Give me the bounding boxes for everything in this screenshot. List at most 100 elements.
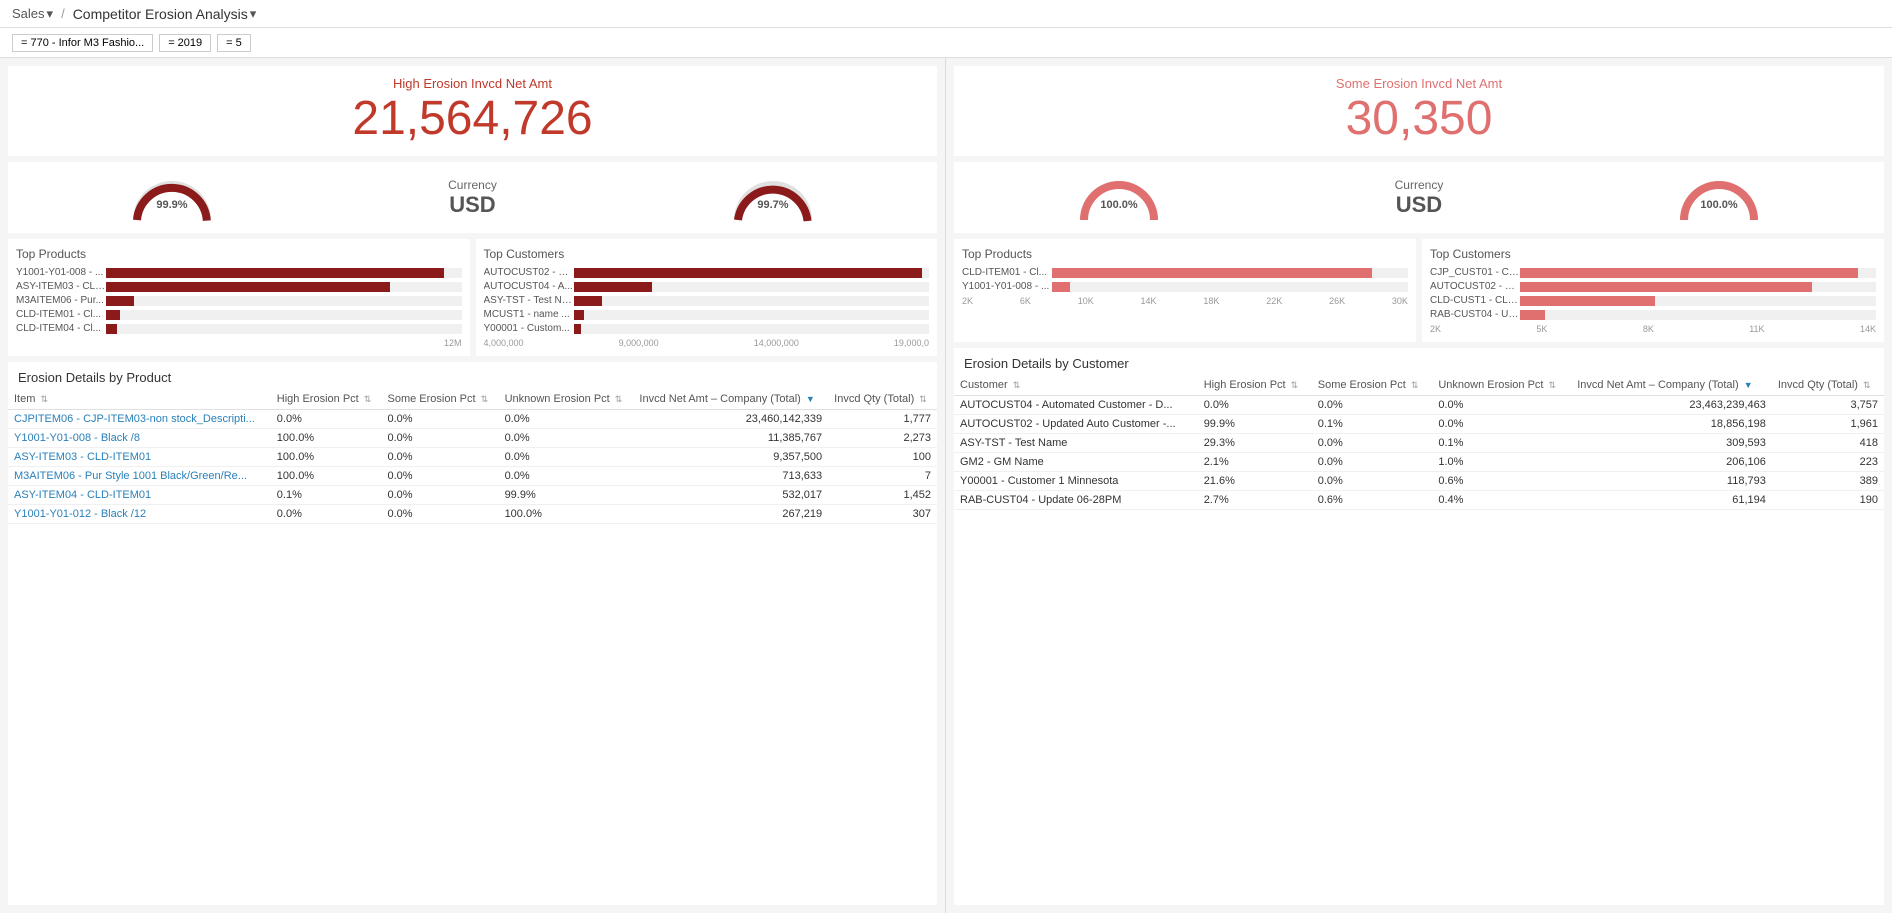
table-row: M3AITEM06 - Pur Style 1001 Black/Green/R… [8, 467, 937, 486]
left-gauge-2-svg: 99.7% [728, 170, 818, 225]
filter-year[interactable]: = 2019 [159, 34, 211, 52]
right-gauge-1: 100.0% [1074, 170, 1164, 225]
bar-label: CLD-ITEM01 - Cl... [16, 309, 106, 320]
right-top-products-title: Top Products [962, 247, 1408, 261]
some-erosion-kpi: Some Erosion Invcd Net Amt 30,350 [954, 66, 1884, 156]
right-customers-axis: 2K5K8K11K14K [1430, 324, 1876, 334]
some-erosion-cell: 0.0% [382, 486, 499, 505]
table-row: ASY-TST - Test Name 29.3% 0.0% 0.1% 309,… [954, 434, 1884, 453]
col-unknown-erosion[interactable]: Unknown Erosion Pct ⇅ [499, 389, 634, 410]
left-top-products-title: Top Products [16, 247, 462, 261]
unknown-erosion-cell: 0.1% [1432, 434, 1571, 453]
item-cell[interactable]: ASY-ITEM04 - CLD-ITEM01 [8, 486, 271, 505]
item-cell[interactable]: CJPITEM06 - CJP-ITEM03-non stock_Descrip… [8, 410, 271, 429]
left-top-customers-title: Top Customers [484, 247, 930, 261]
col-qty[interactable]: Invcd Qty (Total) ⇅ [1772, 375, 1884, 396]
left-detail-table: Item ⇅ High Erosion Pct ⇅ Some Erosion P… [8, 389, 937, 524]
bar-row: CLD-ITEM01 - Cl... [16, 309, 462, 320]
svg-text:99.9%: 99.9% [157, 199, 188, 211]
high-erosion-cell: 100.0% [271, 467, 382, 486]
qty-cell: 7 [828, 467, 937, 486]
table-row: AUTOCUST02 - Updated Auto Customer -... … [954, 415, 1884, 434]
high-erosion-label: High Erosion Invcd Net Amt [18, 76, 927, 91]
col-some-erosion[interactable]: Some Erosion Pct ⇅ [1312, 375, 1433, 396]
right-currency-title: Currency [1395, 178, 1444, 192]
col-net-amt[interactable]: Invcd Net Amt – Company (Total) ▼ [633, 389, 828, 410]
high-erosion-cell: 21.6% [1198, 472, 1312, 491]
bar-row: ASY-TST - Test Na... [484, 295, 930, 306]
filter-num[interactable]: = 5 [217, 34, 251, 52]
bar-label: CJP_CUST01 - CJP... [1430, 267, 1520, 278]
right-top-products-bars: CLD-ITEM01 - Cl... Y1001-Y01-008 - ... [962, 267, 1408, 292]
some-erosion-cell: 0.0% [1312, 472, 1433, 491]
bar-track [1052, 282, 1408, 292]
col-high-erosion[interactable]: High Erosion Pct ⇅ [271, 389, 382, 410]
table-row: Y1001-Y01-012 - Black /12 0.0% 0.0% 100.… [8, 505, 937, 524]
net-amt-cell: 206,106 [1571, 453, 1772, 472]
right-gauges-row: 100.0% Currency USD 100.0% [954, 162, 1884, 233]
bar-row: M3AITEM06 - Pur... [16, 295, 462, 306]
unknown-erosion-cell: 0.0% [1432, 415, 1571, 434]
high-erosion-cell: 29.3% [1198, 434, 1312, 453]
qty-cell: 1,961 [1772, 415, 1884, 434]
table-row: CJPITEM06 - CJP-ITEM03-non stock_Descrip… [8, 410, 937, 429]
col-high-erosion[interactable]: High Erosion Pct ⇅ [1198, 375, 1312, 396]
page-title-dropdown[interactable]: Competitor Erosion Analysis ▾ [73, 6, 257, 22]
right-table-scroll[interactable]: Customer ⇅ High Erosion Pct ⇅ Some Erosi… [954, 375, 1884, 905]
right-detail-table: Customer ⇅ High Erosion Pct ⇅ Some Erosi… [954, 375, 1884, 510]
left-table-scroll[interactable]: Item ⇅ High Erosion Pct ⇅ Some Erosion P… [8, 389, 937, 905]
qty-cell: 418 [1772, 434, 1884, 453]
left-gauge-2: 99.7% [728, 170, 818, 225]
bar-row: CJP_CUST01 - CJP... [1430, 267, 1876, 278]
bar-label: CLD-ITEM01 - Cl... [962, 267, 1052, 278]
net-amt-cell: 267,219 [633, 505, 828, 524]
high-erosion-cell: 0.1% [271, 486, 382, 505]
bar-track [1520, 296, 1876, 306]
item-cell[interactable]: Y1001-Y01-012 - Black /12 [8, 505, 271, 524]
col-qty[interactable]: Invcd Qty (Total) ⇅ [828, 389, 937, 410]
item-cell[interactable]: Y1001-Y01-008 - Black /8 [8, 429, 271, 448]
sales-dropdown[interactable]: Sales ▾ [12, 6, 53, 22]
left-panel: High Erosion Invcd Net Amt 21,564,726 99… [0, 58, 946, 913]
qty-cell: 1,777 [828, 410, 937, 429]
bar-track [1520, 310, 1876, 320]
bar-track [106, 282, 462, 292]
customer-cell: GM2 - GM Name [954, 453, 1198, 472]
net-amt-cell: 23,463,239,463 [1571, 396, 1772, 415]
filter-company[interactable]: = 770 - Infor M3 Fashio... [12, 34, 153, 52]
right-top-products: Top Products CLD-ITEM01 - Cl... Y1001-Y0… [954, 239, 1416, 342]
left-currency: Currency USD [448, 178, 497, 218]
some-erosion-cell: 0.0% [382, 410, 499, 429]
left-currency-value: USD [448, 192, 497, 218]
right-panel: Some Erosion Invcd Net Amt 30,350 100.0%… [946, 58, 1892, 913]
col-customer[interactable]: Customer ⇅ [954, 375, 1198, 396]
right-top-customers: Top Customers CJP_CUST01 - CJP... AUTOCU… [1422, 239, 1884, 342]
left-gauge-1-svg: 99.9% [127, 170, 217, 225]
bar-row: ASY-ITEM03 - CLD-... [16, 281, 462, 292]
bar-row: CLD-ITEM04 - Cl... [16, 323, 462, 334]
net-amt-cell: 309,593 [1571, 434, 1772, 453]
col-some-erosion[interactable]: Some Erosion Pct ⇅ [382, 389, 499, 410]
table-row: ASY-ITEM04 - CLD-ITEM01 0.1% 0.0% 99.9% … [8, 486, 937, 505]
bar-label: AUTOCUST04 - A... [484, 281, 574, 292]
left-top-customers: Top Customers AUTOCUST02 - U... AUTOCUST… [476, 239, 938, 356]
some-erosion-cell: 0.0% [382, 448, 499, 467]
bar-row: AUTOCUST02 - U... [1430, 281, 1876, 292]
right-top-customers-title: Top Customers [1430, 247, 1876, 261]
unknown-erosion-cell: 0.0% [499, 429, 634, 448]
table-row: Y1001-Y01-008 - Black /8 100.0% 0.0% 0.0… [8, 429, 937, 448]
col-unknown-erosion[interactable]: Unknown Erosion Pct ⇅ [1432, 375, 1571, 396]
bar-row: AUTOCUST02 - U... [484, 267, 930, 278]
item-cell[interactable]: M3AITEM06 - Pur Style 1001 Black/Green/R… [8, 467, 271, 486]
some-erosion-cell: 0.0% [1312, 453, 1433, 472]
net-amt-cell: 9,357,500 [633, 448, 828, 467]
item-cell[interactable]: ASY-ITEM03 - CLD-ITEM01 [8, 448, 271, 467]
col-item[interactable]: Item ⇅ [8, 389, 271, 410]
left-customers-axis: 4,000,0009,000,00014,000,00019,000,0 [484, 338, 930, 348]
some-erosion-cell: 0.0% [1312, 434, 1433, 453]
col-net-amt[interactable]: Invcd Net Amt – Company (Total) ▼ [1571, 375, 1772, 396]
qty-cell: 223 [1772, 453, 1884, 472]
bar-label: Y1001-Y01-008 - ... [962, 281, 1052, 292]
bar-row: Y1001-Y01-008 - ... [962, 281, 1408, 292]
some-erosion-cell: 0.0% [382, 467, 499, 486]
